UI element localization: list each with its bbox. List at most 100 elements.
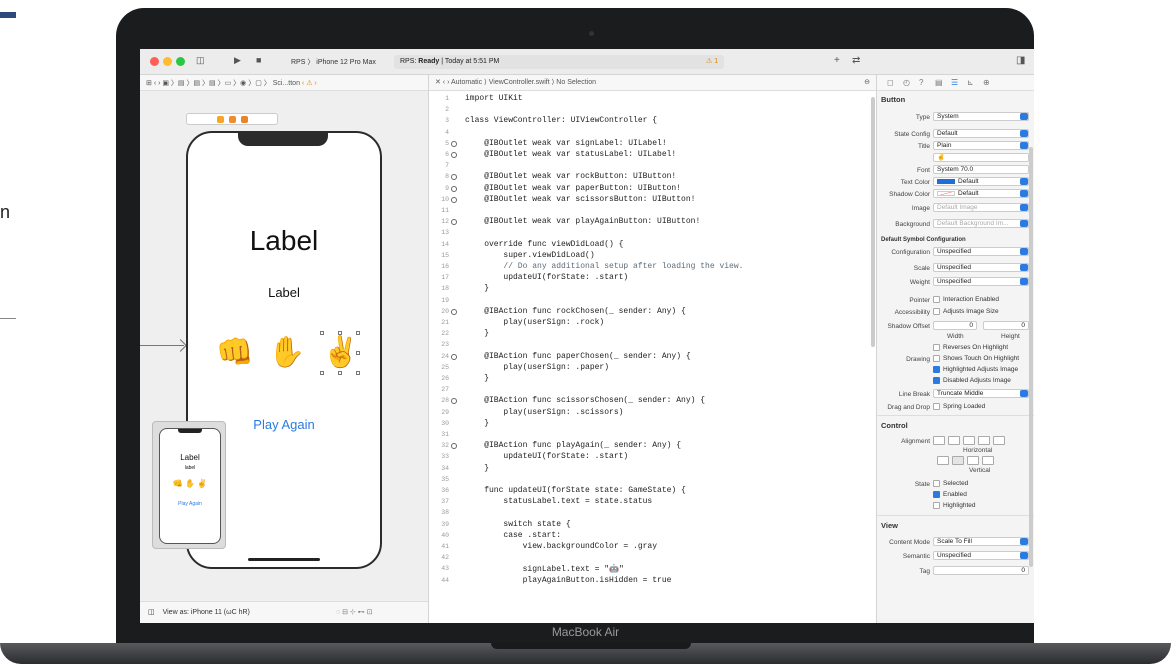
text-color-popup[interactable]: Default [933,177,1029,186]
align-top-icon[interactable] [937,456,949,465]
type-popup[interactable]: System [933,112,1029,121]
code-line[interactable]: } [465,419,489,428]
selection-handle[interactable] [356,351,360,355]
connection-circle-icon[interactable] [451,152,457,158]
title-popup[interactable]: Plain [933,141,1029,150]
shadow-color-popup[interactable]: Default [933,189,1029,198]
tag-field[interactable]: 0 [933,566,1029,575]
configuration-popup[interactable]: Unspecified [933,247,1029,256]
sidebar-toggle-icon[interactable]: ◫ [196,55,205,66]
highlighted-adjusts-checkbox[interactable]: Highlighted Adjusts Image [933,366,1018,373]
align-left-icon[interactable] [933,436,945,445]
code-line[interactable]: @IBOutlet weak var playAgainButton: UIBu… [465,217,700,226]
scissors-button[interactable]: ✌️ [322,335,359,370]
code-line[interactable]: play(userSign: .rock) [465,318,604,327]
font-field[interactable]: System 70.0 [933,165,1029,174]
selection-handle[interactable] [356,371,360,375]
selection-handle[interactable] [356,331,360,335]
minimize-window-button[interactable] [163,57,172,66]
zoom-window-button[interactable] [176,57,185,66]
run-icon[interactable]: ▶ [234,55,241,66]
code-line[interactable]: // Do any additional setup after loading… [465,262,743,271]
shadow-width-field[interactable]: 0 [933,321,977,330]
align-leading-icon[interactable] [993,436,1005,445]
code-line[interactable]: switch state { [465,520,570,529]
view-as-button[interactable]: View as: iPhone 11 (ωC hR) [163,609,250,616]
code-line[interactable]: play(userSign: .paper) [465,363,609,372]
exit-icon[interactable] [241,116,248,123]
storyboard-canvas[interactable]: Label Label 👊 ✋ ✌️ Play Again Label labe… [140,91,428,601]
code-review-icon[interactable]: ⇄ [852,55,860,66]
vertical-alignment-control[interactable] [937,456,997,465]
stop-icon[interactable]: ■ [256,55,261,65]
document-outline-icon[interactable]: ◫ [148,609,155,616]
align-bottom-icon[interactable] [967,456,979,465]
code-line[interactable]: @IBOutlet weak var rockButton: UIButton! [465,172,676,181]
interaction-enabled-checkbox[interactable]: Interaction Enabled [933,296,999,303]
code-line[interactable]: func updateUI(forState state: GameState)… [465,486,686,495]
code-line[interactable]: @IBOutlet weak var scissorsButton: UIBut… [465,195,695,204]
help-inspector-icon[interactable]: ? [919,78,923,87]
scheme-selector[interactable]: RPS 〉 iPhone 12 Pro Max [291,57,376,67]
code-line[interactable]: @IBAction func rockChosen(_ sender: Any)… [465,307,686,316]
connections-inspector-icon[interactable]: ⊕ [983,78,990,87]
align-vfill-icon[interactable] [982,456,994,465]
layout-tools-icon[interactable]: ◌ ⊟ ⊹ ⊷ ⊡ [336,608,373,616]
image-popup[interactable]: Default Image [933,203,1029,212]
code-line[interactable]: signLabel.text = "🤖" [465,564,624,574]
editor-scrollbar[interactable] [871,97,875,347]
inspector-scrollbar[interactable] [1029,147,1033,567]
code-line[interactable]: updateUI(forState: .start) [465,452,628,461]
code-line[interactable]: updateUI(forState: .start) [465,273,628,282]
selection-handle[interactable] [338,371,342,375]
code-line[interactable]: @IBAction func playAgain(_ sender: Any) … [465,441,681,450]
attributes-inspector-icon[interactable]: ☰ [951,78,958,87]
file-inspector-icon[interactable]: ◻ [887,78,894,87]
code-line[interactable]: case .start: [465,531,561,540]
size-inspector-icon[interactable]: ⊾ [967,78,974,87]
close-window-button[interactable] [150,57,159,66]
selection-handle[interactable] [320,331,324,335]
connection-circle-icon[interactable] [451,140,457,147]
connection-circle-icon[interactable] [451,443,457,450]
align-middle-icon[interactable] [952,456,964,465]
shadow-height-field[interactable]: 0 [983,321,1029,330]
code-line[interactable]: playAgainButton.isHidden = true [465,576,672,585]
align-right-icon[interactable] [963,436,975,445]
connection-circle-icon[interactable] [451,174,457,181]
view-controller-icon[interactable] [217,116,224,123]
code-line[interactable]: play(userSign: .scissors) [465,408,623,417]
status-label[interactable]: Label [188,285,380,300]
enabled-checkbox[interactable]: Enabled [933,491,967,498]
line-break-popup[interactable]: Truncate Middle [933,389,1029,398]
code-line[interactable]: } [465,329,489,338]
scale-popup[interactable]: Unspecified [933,263,1029,272]
warning-badge[interactable]: ⚠ 1 [706,57,718,65]
rock-button[interactable]: 👊 [216,335,253,370]
content-mode-popup[interactable]: Scale To Fill [933,537,1029,546]
title-text-field[interactable]: ✌️ [933,153,1029,162]
adjusts-image-size-checkbox[interactable]: Adjusts Image Size [933,308,999,315]
semantic-popup[interactable]: Unspecified [933,551,1029,560]
align-center-icon[interactable] [948,436,960,445]
selection-handle[interactable] [320,371,324,375]
inspector-toggle-icon[interactable]: ◨ [1016,55,1025,66]
code-line[interactable]: } [465,464,489,473]
code-line[interactable]: view.backgroundColor = .gray [465,542,657,551]
code-line[interactable]: @IBAction func paperChosen(_ sender: Any… [465,352,690,361]
code-line[interactable]: } [465,374,489,383]
editor-options-icon[interactable]: ⊖ [864,78,870,86]
disabled-adjusts-checkbox[interactable]: Disabled Adjusts Image [933,377,1011,384]
code-line[interactable]: statusLabel.text = state.status [465,497,652,506]
code-line[interactable]: override func viewDidLoad() { [465,240,623,249]
grid-icon[interactable]: ⊞ [146,80,152,87]
code-line[interactable]: @IBOutlet weak var paperButton: UIButton… [465,184,681,193]
code-line[interactable]: @IBOutlet weak var statusLabel: UILabel! [465,150,676,159]
spring-loaded-checkbox[interactable]: Spring Loaded [933,403,985,410]
highlighted-checkbox[interactable]: Highlighted [933,502,976,509]
connection-circle-icon[interactable] [451,185,457,192]
weight-popup[interactable]: Unspecified [933,277,1029,286]
jumpbar-warning-icon[interactable]: ‹ ⚠ › [302,80,317,87]
selection-handle[interactable] [338,331,342,335]
code-line[interactable]: } [465,284,489,293]
